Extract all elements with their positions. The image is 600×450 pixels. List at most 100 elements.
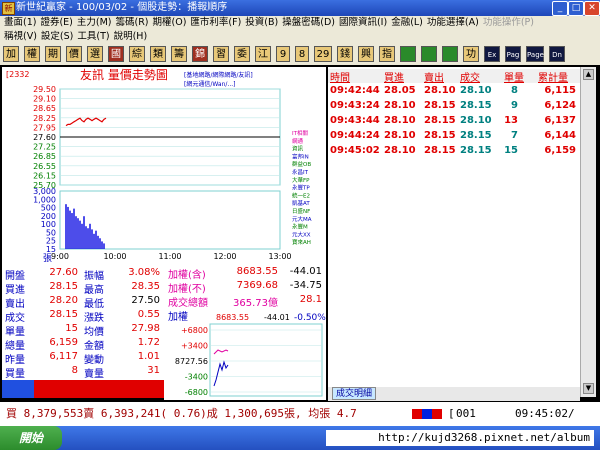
- toolbar-button-13[interactable]: 9: [276, 46, 290, 62]
- menu1-item-5[interactable]: 匯市利率(F): [186, 16, 241, 30]
- info-value: 28.35: [131, 281, 160, 292]
- menu1-item-8[interactable]: 國際資訊(I): [335, 16, 387, 30]
- tick-cell-bid: 28.10: [384, 115, 416, 126]
- info-label: 買量: [5, 369, 25, 380]
- mini-change: -44.01: [264, 313, 290, 322]
- toolbar-button-15[interactable]: 29: [314, 46, 332, 62]
- chart-legend-item: IT相關: [292, 129, 308, 137]
- info-value: 6,159: [49, 337, 78, 348]
- info-value: 28.15: [49, 309, 78, 320]
- toolbar-button-3[interactable]: 價: [66, 46, 82, 62]
- tick-row[interactable]: 09:45:02 28.10 28.15 28.15 15 6,159: [328, 145, 580, 160]
- toolbar-button-16[interactable]: 錢: [337, 46, 353, 62]
- scroll-up-icon[interactable]: ▲: [583, 69, 594, 80]
- vertical-scrollbar[interactable]: ▲ ▼: [580, 67, 596, 397]
- menu2-item-3[interactable]: 說明(H): [110, 30, 148, 44]
- close-button[interactable]: ✕: [584, 1, 600, 16]
- mini-tick-label: -6800: [185, 388, 208, 397]
- toolbar-button-14[interactable]: 8: [295, 46, 309, 62]
- tick-cell-deal: 28.15: [460, 100, 492, 111]
- toolbar-button-4[interactable]: 選: [87, 46, 103, 62]
- menu1-item-10[interactable]: 功能選擇(A): [423, 16, 479, 30]
- toolbar-button-5[interactable]: 國: [108, 46, 124, 62]
- tick-cell-ask: 28.15: [424, 145, 456, 156]
- price-tick-label: 26.55: [33, 162, 56, 171]
- time-tick-label: 13:00: [268, 252, 291, 261]
- toolbar-button-12[interactable]: 江: [255, 46, 271, 62]
- menu-bar-secondary: 稱視(V) 設定(S) 工具(T) 說明(H): [0, 30, 600, 44]
- menu1-item-0[interactable]: 畫面(1): [0, 16, 36, 30]
- mini-tick-label: +6800: [181, 326, 208, 335]
- menu1-item-9[interactable]: 金融(L): [387, 16, 423, 30]
- status-bar: 買 8,379,553賣 6,393,241( 0.76)成 1,300,695…: [0, 402, 600, 426]
- chart-legend-item: 元大MA: [292, 215, 312, 223]
- toolbar-button-22[interactable]: 功: [463, 46, 479, 62]
- mini-value: 8683.55: [216, 313, 249, 322]
- price-tick-label: 28.65: [33, 104, 56, 113]
- chart-legend-item: 永昌IT: [292, 168, 309, 176]
- toolbar-button-1[interactable]: 權: [24, 46, 40, 62]
- info-value: 27.50: [131, 295, 160, 306]
- maximize-button[interactable]: □: [568, 1, 584, 16]
- app-icon: 新: [2, 2, 15, 15]
- tick-row[interactable]: 09:44:24 28.10 28.15 28.15 7 6,144: [328, 130, 580, 145]
- toolbar-button-23[interactable]: Ex: [484, 46, 500, 62]
- toolbar-button-21[interactable]: [442, 46, 458, 62]
- tick-row[interactable]: 09:43:44 28.10 28.15 28.10 13 6,137: [328, 115, 580, 130]
- tick-cell-ask: 28.15: [424, 115, 456, 126]
- toolbar-button-0[interactable]: 加: [3, 46, 19, 62]
- tab-trade-detail[interactable]: 成交明細: [332, 387, 376, 400]
- stock-code-input[interactable]: 001: [456, 402, 476, 426]
- info-label: 最高: [84, 285, 104, 296]
- info-value: 28.20: [49, 295, 78, 306]
- info-value: 3.08%: [128, 267, 160, 278]
- toolbar-button-9[interactable]: 錦: [192, 46, 208, 62]
- menu1-item-11[interactable]: 功能操作(P): [479, 16, 534, 30]
- toolbar-button-2[interactable]: 期: [45, 46, 61, 62]
- toolbar-button-6[interactable]: 綜: [129, 46, 145, 62]
- toolbar-button-8[interactable]: 籌: [171, 46, 187, 62]
- tick-cell-vol: 8: [511, 85, 518, 96]
- menu1-item-7[interactable]: 操盤密碼(D): [278, 16, 335, 30]
- menu1-item-6[interactable]: 投資(B): [241, 16, 278, 30]
- chart-canvas: [2332 友訊 量價走勢圖29.5029.1028.6528.2527.9527…: [2, 67, 326, 265]
- menu1-item-3[interactable]: 籌碼(R): [112, 16, 149, 30]
- start-button[interactable]: 開始: [0, 426, 62, 450]
- price-tick-label: 29.10: [33, 95, 56, 104]
- toolbar-button-18[interactable]: 指: [379, 46, 395, 62]
- tick-row[interactable]: 09:42:44 28.05 28.10 28.10 8 6,115: [328, 85, 580, 100]
- tick-cell-time: 09:43:24: [330, 100, 380, 111]
- info-value: 1.01: [137, 351, 160, 362]
- toolbar-button-25[interactable]: Page: [526, 46, 544, 62]
- scroll-down-icon[interactable]: ▼: [583, 383, 594, 394]
- mini-percent: -0.50%: [294, 313, 326, 323]
- info-label: 賣量: [84, 369, 104, 380]
- chart-legend-item: 永豐TP: [292, 184, 310, 192]
- toolbar-button-11[interactable]: 委: [234, 46, 250, 62]
- tick-column-header: 成交: [460, 73, 480, 84]
- quote-info-panel: 開盤 27.60 振幅 3.08% 買進 28.15 最高 28.35 賣出 28.20 最低 27.…: [2, 265, 164, 398]
- toolbar-button-19[interactable]: [400, 46, 416, 62]
- price-tick-label: 27.95: [33, 123, 56, 132]
- tick-cell-bid: 28.10: [384, 145, 416, 156]
- tick-cell-time: 09:43:44: [330, 115, 380, 126]
- tick-row[interactable]: 09:43:24 28.10 28.15 28.15 9 6,124: [328, 100, 580, 115]
- menu1-item-1[interactable]: 證券(E): [36, 16, 72, 30]
- menu1-item-2[interactable]: 主力(M): [73, 16, 112, 30]
- minimize-button[interactable]: _: [552, 1, 568, 16]
- toolbar-button-24[interactable]: Pag: [505, 46, 521, 62]
- menu2-item-1[interactable]: 設定(S): [37, 30, 73, 44]
- window-title: 新世紀贏家 - 100/03/02 - 個股走勢：播報順序: [16, 2, 228, 13]
- info-label: 賣出: [5, 299, 25, 310]
- menu2-item-0[interactable]: 稱視(V): [0, 30, 37, 44]
- toolbar-button-26[interactable]: Dn: [549, 46, 565, 62]
- menu2-item-2[interactable]: 工具(T): [73, 30, 109, 44]
- toolbar-button-7[interactable]: 類: [150, 46, 166, 62]
- menu1-item-4[interactable]: 期權(O): [149, 16, 187, 30]
- taskbar: 開始 http://kujd3268.pixnet.net/album: [0, 426, 600, 450]
- toolbar-button-17[interactable]: 興: [358, 46, 374, 62]
- toolbar-button-20[interactable]: [421, 46, 437, 62]
- chart-legend-item: 網通: [292, 137, 304, 145]
- chart-legend-item: 大華FP: [292, 176, 310, 184]
- toolbar-button-10[interactable]: 習: [213, 46, 229, 62]
